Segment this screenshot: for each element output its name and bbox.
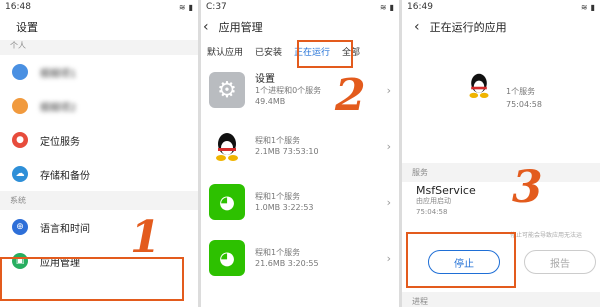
settings-item-label: 语言和时间	[40, 223, 90, 235]
section-service: 服务	[402, 163, 600, 182]
chevron-right-icon: ›	[386, 140, 391, 153]
tab-default-apps[interactable]: 默认应用	[207, 45, 243, 58]
wifi-icon: ≋	[379, 2, 387, 12]
globe-icon: ⊕	[12, 219, 28, 235]
service-name: MsfService	[416, 184, 476, 197]
app-info: 程和1个服务 2.1MB 73:53:10	[255, 135, 319, 157]
settings-item-location[interactable]: ● 定位服务	[0, 123, 198, 157]
app-process-info: 程和1个服务	[255, 136, 301, 145]
battery-icon: ▮	[590, 2, 595, 12]
wifi-icon: ≋	[178, 2, 186, 12]
app-row-settings[interactable]: ⚙ 设置 1个进程和0个服务 49.4MB ›	[201, 62, 399, 118]
app-info: 程和1个服务 21.6MB 3:20:55	[255, 247, 319, 269]
cloud-icon: ☁	[12, 166, 28, 182]
chevron-right-icon: ›	[386, 196, 391, 209]
status-icons: ≋ ▮	[581, 3, 595, 12]
blurred-label: 模糊项2	[40, 102, 77, 114]
header: ‹ 应用管理	[201, 14, 399, 40]
app-memory: 1.0MB 3:22:53	[255, 203, 314, 212]
app-process-info: 1个进程和0个服务	[255, 85, 322, 95]
back-arrow-icon[interactable]: ‹	[414, 20, 420, 34]
report-button[interactable]: 报告	[524, 250, 596, 274]
app-info: 设置 1个进程和0个服务 49.4MB	[255, 74, 321, 107]
header: ‹ 正在运行的应用	[402, 14, 600, 40]
section-personal: 个人	[0, 40, 198, 55]
status-icons: ≋ ▮	[380, 3, 394, 12]
app-info: 程和1个服务 1.0MB 3:22:53	[255, 191, 314, 213]
qq-penguin-icon	[209, 128, 245, 164]
settings-item-storage[interactable]: ☁ 存储和备份	[0, 157, 198, 191]
app-management-screen: C:37 ≋ ▮ ‹ 应用管理 默认应用 已安装 正在运行 全部 ⚙ 设置 1个进…	[201, 0, 399, 307]
status-time: 16:48	[5, 2, 31, 12]
wifi-icon: ≋	[580, 2, 588, 12]
running-app-detail-screen: 16:49 ≋ ▮ ‹ 正在运行的应用 1个服务 75:04:58 服务 MsfS…	[402, 0, 600, 307]
chevron-right-icon: ›	[386, 252, 391, 265]
section-system: 系统	[0, 191, 198, 210]
blurred-icon	[12, 98, 28, 114]
service-time: 75:04:58	[416, 208, 448, 216]
chevron-right-icon: ›	[386, 84, 391, 97]
blurred-label: 模糊项1	[40, 68, 77, 80]
app-memory: 49.4MB	[255, 96, 286, 106]
status-bar: C:37 ≋ ▮	[201, 0, 399, 14]
app-name: 设置	[255, 73, 275, 85]
step-number: 1	[130, 212, 161, 263]
settings-item-label: 定位服务	[40, 136, 80, 148]
tab-installed[interactable]: 已安装	[255, 45, 282, 58]
section-process: 进程	[402, 292, 600, 307]
stop-warning: 停止可能会导致应用无法运	[510, 232, 583, 239]
battery-icon: ▮	[389, 2, 394, 12]
app-row-qq[interactable]: 程和1个服务 2.1MB 73:53:10 ›	[201, 118, 399, 174]
settings-screen: 16:48 ≋ ▮ 设置 个人 模糊项1 模糊项2 ● 定位服务 ☁ 存储和备份 …	[0, 0, 198, 307]
back-arrow-icon[interactable]: ‹	[203, 20, 209, 34]
app-summary: 1个服务 75:04:58	[506, 85, 542, 111]
status-time: C:37	[206, 2, 227, 12]
gear-icon: ⚙	[209, 72, 245, 108]
settings-item-label: 存储和备份	[40, 170, 90, 182]
wechat-icon: ◕	[209, 184, 245, 220]
page-title: 应用管理	[218, 21, 263, 34]
app-process-info: 程和1个服务	[255, 248, 301, 257]
status-bar: 16:48 ≋ ▮	[0, 0, 198, 14]
status-bar: 16:49 ≋ ▮	[402, 0, 600, 14]
status-icons: ≋ ▮	[179, 3, 193, 12]
battery-icon: ▮	[188, 2, 193, 12]
app-row-wechat-2[interactable]: ◕ 程和1个服务 21.6MB 3:20:55 ›	[201, 230, 399, 286]
app-uptime: 75:04:58	[506, 100, 542, 109]
settings-item-blurred-2[interactable]: 模糊项2	[0, 89, 198, 123]
page-title: 正在运行的应用	[429, 21, 507, 34]
highlight-box	[406, 232, 516, 288]
service-item: MsfService 由应用启动 75:04:58	[416, 185, 476, 218]
blurred-icon	[12, 64, 28, 80]
app-memory: 21.6MB 3:20:55	[255, 259, 319, 268]
settings-item-blurred-1[interactable]: 模糊项1	[0, 55, 198, 89]
location-pin-icon: ●	[12, 132, 28, 148]
app-process-info: 程和1个服务	[255, 192, 301, 201]
app-memory: 2.1MB 73:53:10	[255, 147, 319, 156]
step-number: 2	[335, 70, 366, 121]
wechat-icon: ◕	[209, 240, 245, 276]
app-process-info: 1个服务	[506, 87, 536, 96]
app-row-wechat-1[interactable]: ◕ 程和1个服务 1.0MB 3:22:53 ›	[201, 174, 399, 230]
qq-penguin-icon	[466, 70, 492, 104]
status-time: 16:49	[407, 2, 433, 12]
settings-item-language[interactable]: ⊕ 语言和时间	[0, 210, 198, 244]
page-title: 设置	[16, 21, 38, 34]
highlight-box	[0, 257, 184, 301]
service-sub: 由应用启动	[416, 197, 451, 205]
step-number: 3	[512, 162, 543, 213]
highlight-box	[297, 40, 353, 68]
